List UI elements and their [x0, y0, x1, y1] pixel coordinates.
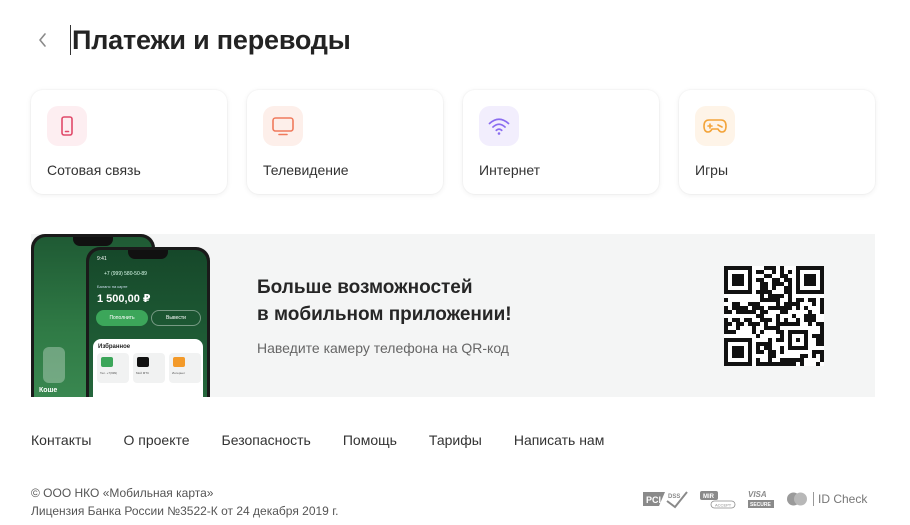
- footer-link-help[interactable]: Помощь: [343, 432, 397, 448]
- phone-balance-label: Баланс на карте: [97, 284, 128, 289]
- phone-time: 9:41: [97, 256, 107, 262]
- license-text: Лицензия Банка России №3522-К от 24 дека…: [31, 504, 339, 518]
- page-header: Платежи и переводы: [31, 22, 351, 58]
- category-card-mobile[interactable]: Сотовая связь: [31, 90, 227, 194]
- phone-fav-tile: Интернет: [169, 353, 201, 383]
- mir-accept-logo: MIR ACCEPT: [700, 491, 736, 509]
- back-button[interactable]: [31, 22, 53, 58]
- phone-fav-tile: Тел. +7(999): [97, 353, 129, 383]
- visa-sub-text: SECURE: [750, 502, 772, 508]
- category-card-games[interactable]: Игры: [679, 90, 875, 194]
- payment-security-logos: PCI DSS MIR ACCEPT VISA SECURE ID Check: [641, 488, 867, 510]
- legal-info: © ООО НКО «Мобильная карта» Лицензия Бан…: [31, 484, 338, 520]
- phone-fav-label: Интернет: [172, 371, 186, 375]
- category-label: Сотовая связь: [47, 162, 141, 178]
- phone-balance: 1 500,00 ₽: [97, 293, 151, 305]
- footer-nav: Контакты О проекте Безопасность Помощь Т…: [31, 432, 604, 448]
- mobile-phone-icon: [47, 106, 87, 146]
- tv-icon: [263, 106, 303, 146]
- phone-transfer-button: Вывести: [151, 310, 201, 326]
- category-label: Игры: [695, 162, 729, 178]
- footer-link-tariffs[interactable]: Тарифы: [429, 432, 482, 448]
- mir-sub-text: ACCEPT: [715, 503, 732, 508]
- phone-fav-label: Мой МТС: [136, 371, 150, 375]
- phone-number: +7 (999) 580-50-89: [104, 271, 147, 277]
- dss-text: DSS: [668, 494, 680, 500]
- visa-secure-logo: VISA SECURE: [748, 490, 774, 508]
- category-card-tv[interactable]: Телевидение: [247, 90, 443, 194]
- promo-subtitle: Наведите камеру телефона на QR-код: [257, 340, 509, 356]
- category-label: Интернет: [479, 162, 541, 178]
- phone-favorites-title: Избранное: [98, 344, 131, 350]
- promo-title: Больше возможностей в мобильном приложен…: [257, 277, 512, 325]
- footer-link-contacts[interactable]: Контакты: [31, 432, 91, 448]
- phone-fav-label: Тел. +7(999): [100, 371, 118, 375]
- text-cursor: [70, 25, 71, 55]
- gamepad-icon: [695, 106, 735, 146]
- chevron-left-icon: [39, 33, 46, 47]
- id-check-text: ID Check: [818, 492, 868, 506]
- category-label: Телевидение: [263, 162, 349, 178]
- phone-illustration-front: 9:41 +7 (999) 580-50-89 Баланс на карте …: [86, 247, 210, 397]
- mir-text: MIR: [703, 494, 715, 500]
- phone-fav-tile: Мой МТС: [133, 353, 165, 383]
- phone-topup-button: Пополнить: [96, 310, 148, 326]
- visa-text: VISA: [748, 490, 767, 499]
- wifi-icon: [479, 106, 519, 146]
- qr-code[interactable]: [724, 266, 824, 366]
- card-shape: [43, 347, 65, 383]
- back-phone-text: Коше: [39, 387, 58, 394]
- phone-favorites: Избранное Тел. +7(999) Мой МТС Интернет: [93, 339, 203, 397]
- footer-link-about[interactable]: О проекте: [123, 432, 189, 448]
- app-promo-banner: Коше 9:41 +7 (999) 580-50-89 Баланс на к…: [31, 234, 875, 397]
- category-card-internet[interactable]: Интернет: [463, 90, 659, 194]
- id-check-separator: [813, 492, 814, 506]
- pci-dss-logo: PCI DSS: [643, 491, 688, 509]
- pci-text: PCI: [646, 495, 661, 505]
- footer-link-security[interactable]: Безопасность: [222, 432, 311, 448]
- category-cards: Сотовая связь Телевидение Интернет Игры: [31, 90, 875, 194]
- page-title: Платежи и переводы: [72, 24, 351, 55]
- footer-link-write-us[interactable]: Написать нам: [514, 432, 605, 448]
- mastercard-logo: [787, 492, 807, 506]
- copyright-text: © ООО НКО «Мобильная карта»: [31, 486, 214, 500]
